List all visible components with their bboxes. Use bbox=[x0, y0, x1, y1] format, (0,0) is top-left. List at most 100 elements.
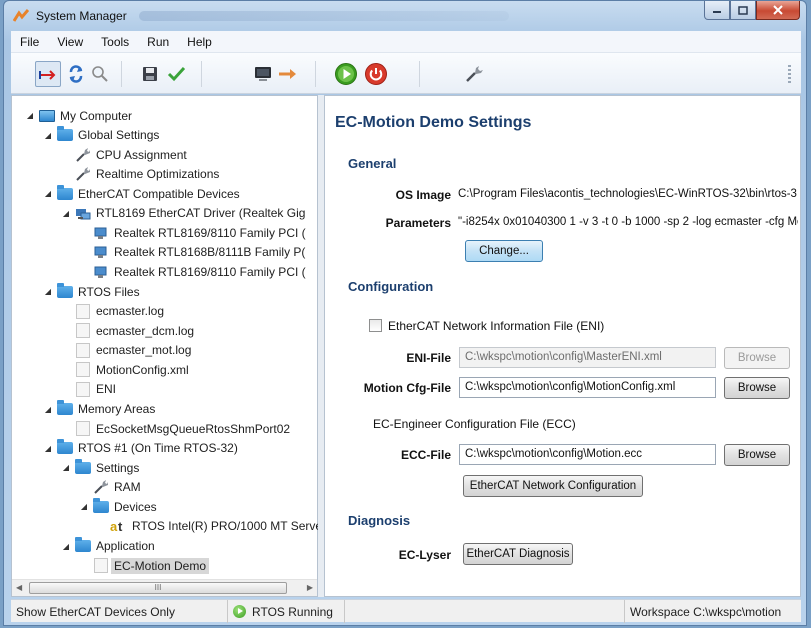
eni-file-label: ENI-File bbox=[406, 351, 451, 365]
tree-item[interactable]: CPU Assignment bbox=[60, 145, 187, 164]
ecc-section-label: EC-Engineer Configuration File (ECC) bbox=[373, 417, 576, 431]
apply-check-icon bbox=[167, 66, 186, 82]
tree-item[interactable]: ◢ RTL8169 EtherCAT Driver (Realtek Gig bbox=[60, 204, 306, 223]
tree-item-label: Application bbox=[96, 539, 155, 554]
tree-item[interactable]: EC-Motion Demo bbox=[78, 556, 210, 575]
save-button[interactable] bbox=[137, 61, 163, 87]
svg-text:a: a bbox=[110, 519, 118, 534]
expand-toggle-icon[interactable]: ◢ bbox=[42, 131, 54, 140]
start-button[interactable] bbox=[333, 61, 359, 87]
tree-item[interactable]: EcSocketMsgQueueRtosShmPort02 bbox=[60, 419, 290, 438]
toolbar-grip[interactable] bbox=[788, 65, 791, 83]
expand-toggle-icon[interactable]: ◢ bbox=[78, 502, 90, 511]
network-driver-icon bbox=[74, 205, 92, 221]
expand-toggle-icon[interactable]: ◢ bbox=[60, 542, 72, 551]
tree-item[interactable]: ◢ Application bbox=[60, 537, 155, 556]
monitor-button[interactable] bbox=[251, 61, 277, 87]
tree-item[interactable]: ◢ Settings bbox=[60, 458, 139, 477]
tree-item-label: RTOS #1 (On Time RTOS-32) bbox=[78, 441, 238, 456]
stop-button[interactable] bbox=[363, 61, 389, 87]
change-button[interactable]: Change... bbox=[465, 240, 543, 262]
tree-item[interactable]: ◢ Memory Areas bbox=[42, 400, 155, 419]
menu-bar: File View Tools Run Help bbox=[11, 31, 801, 53]
status-filter[interactable]: Show EtherCAT Devices Only bbox=[11, 600, 228, 623]
os-image-value: C:\Program Files\acontis_technologies\EC… bbox=[458, 188, 798, 200]
tree-item[interactable]: ◢ Global Settings bbox=[42, 126, 159, 145]
tree-item-label: ecmaster.log bbox=[96, 304, 165, 319]
expand-toggle-icon[interactable]: ◢ bbox=[42, 189, 54, 198]
ecc-browse-button[interactable]: Browse bbox=[724, 444, 790, 466]
tree-item[interactable]: MotionConfig.xml bbox=[60, 360, 189, 379]
minimize-button[interactable] bbox=[704, 1, 730, 20]
title-bar[interactable]: System Manager bbox=[4, 1, 806, 31]
tree-item[interactable]: ecmaster_mot.log bbox=[60, 341, 191, 360]
menu-help[interactable]: Help bbox=[178, 35, 221, 49]
search-button[interactable] bbox=[87, 61, 113, 87]
eni-file-input[interactable]: C:\wkspc\motion\config\MasterENI.xml bbox=[459, 347, 716, 368]
menu-file[interactable]: File bbox=[11, 35, 48, 49]
tree-item[interactable]: ◢ EtherCAT Compatible Devices bbox=[42, 184, 240, 203]
expand-toggle-icon[interactable]: ◢ bbox=[60, 463, 72, 472]
tree-item[interactable]: ◢ My Computer bbox=[24, 106, 132, 125]
wrench-icon bbox=[92, 479, 110, 495]
tree-item[interactable]: RAM bbox=[78, 478, 141, 497]
start-icon bbox=[335, 63, 357, 85]
tree-item[interactable]: ◢ RTOS #1 (On Time RTOS-32) bbox=[42, 439, 238, 458]
expand-toggle-icon[interactable]: ◢ bbox=[42, 287, 54, 296]
tools-button[interactable] bbox=[461, 61, 487, 87]
refresh-button[interactable] bbox=[63, 61, 89, 87]
tree-item[interactable]: ENI bbox=[60, 380, 116, 399]
tree-item-label: CPU Assignment bbox=[96, 147, 187, 162]
ecc-file-input[interactable]: C:\wkspc\motion\config\Motion.ecc bbox=[459, 444, 716, 465]
tree-item[interactable]: Realtime Optimizations bbox=[60, 165, 219, 184]
eni-checkbox[interactable] bbox=[369, 319, 382, 332]
menu-run[interactable]: Run bbox=[138, 35, 178, 49]
connect-icon bbox=[39, 70, 56, 80]
tree-horizontal-scrollbar[interactable]: ◀ III ▶ bbox=[12, 579, 317, 596]
tree-item-label: Realtek RTL8169/8110 Family PCI ( bbox=[114, 265, 306, 280]
tree-item[interactable]: ◢ RTOS Files bbox=[42, 282, 140, 301]
tree-item[interactable]: ecmaster_dcm.log bbox=[60, 321, 194, 340]
section-general: General bbox=[348, 156, 397, 171]
transfer-button[interactable] bbox=[275, 61, 301, 87]
tree-view[interactable]: ◢ My Computer ◢ Global Settings CPU Assignme… bbox=[11, 95, 326, 597]
expand-toggle-icon[interactable]: ◢ bbox=[42, 444, 54, 453]
expand-toggle-icon[interactable]: ◢ bbox=[42, 405, 54, 414]
expand-toggle-icon[interactable]: ◢ bbox=[60, 209, 72, 218]
menu-view[interactable]: View bbox=[48, 35, 92, 49]
tree-item-label: ecmaster_dcm.log bbox=[96, 323, 195, 338]
close-button[interactable] bbox=[756, 1, 800, 20]
tree-item-label: EC-Motion Demo bbox=[111, 557, 210, 574]
motion-cfg-input[interactable]: C:\wkspc\motion\config\MotionConfig.xml bbox=[459, 377, 716, 398]
tree-item[interactable]: Realtek RTL8168B/8111B Family P( bbox=[78, 243, 305, 262]
eni-browse-button[interactable]: Browse bbox=[724, 347, 790, 369]
toolbar-separator bbox=[315, 61, 316, 87]
tree-item[interactable]: ◢ Devices bbox=[78, 497, 157, 516]
file-icon bbox=[74, 362, 92, 378]
maximize-button[interactable] bbox=[730, 1, 756, 20]
tree-item-label: Realtime Optimizations bbox=[96, 167, 220, 182]
tree-item-label: MotionConfig.xml bbox=[96, 362, 189, 377]
apply-button[interactable] bbox=[163, 61, 189, 87]
motion-browse-button[interactable]: Browse bbox=[724, 377, 790, 399]
network-configuration-button[interactable]: EtherCAT Network Configuration bbox=[463, 475, 643, 497]
wrench-icon bbox=[74, 147, 92, 163]
tree-item[interactable]: ecmaster.log bbox=[60, 302, 164, 321]
page-title: EC-Motion Demo Settings bbox=[335, 114, 532, 131]
scroll-left-icon[interactable]: ◀ bbox=[16, 583, 22, 592]
tree-item[interactable]: Realtek RTL8169/8110 Family PCI ( bbox=[78, 223, 306, 242]
folder-icon bbox=[56, 126, 74, 143]
tree-item[interactable]: a t RTOS Intel(R) PRO/1000 MT Server bbox=[96, 517, 326, 536]
file-icon bbox=[74, 342, 92, 358]
scroll-right-icon[interactable]: ▶ bbox=[307, 583, 313, 592]
app-logo-icon bbox=[13, 9, 29, 22]
scroll-thumb[interactable]: III bbox=[29, 582, 287, 594]
menu-tools[interactable]: Tools bbox=[92, 35, 138, 49]
intel-adapter-icon: at bbox=[110, 518, 128, 534]
tree-item[interactable]: Realtek RTL8169/8110 Family PCI ( bbox=[78, 263, 306, 282]
expand-toggle-icon[interactable]: ◢ bbox=[24, 111, 36, 120]
network-card-icon bbox=[92, 225, 110, 241]
network-card-icon bbox=[92, 244, 110, 260]
connect-button[interactable] bbox=[35, 61, 61, 87]
etherCAT-diagnosis-button[interactable]: EtherCAT Diagnosis bbox=[463, 543, 573, 565]
